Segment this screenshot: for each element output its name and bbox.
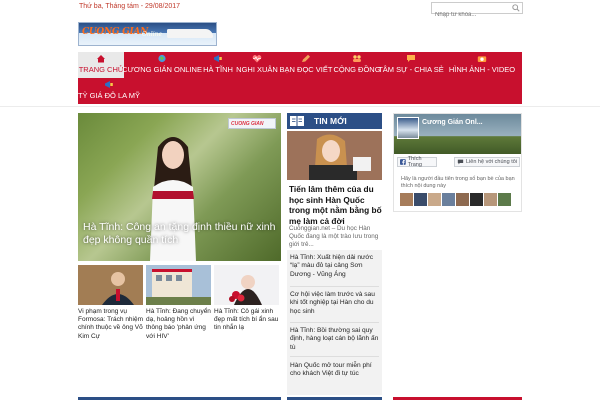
hero-caption[interactable]: Hà Tĩnh: Công an tặng định thiều nữ xinh… (83, 221, 278, 247)
community-icon (353, 55, 361, 62)
main-nav: TRANG CHỦ CƯƠNG GIÁN ONLINE HÀ TĨNH NGHI… (78, 52, 522, 104)
latest-news-title: TIN MỚI (314, 116, 347, 126)
header-divider (0, 106, 600, 107)
nav-item-ha-tinh[interactable]: HÀ TĨNH (201, 52, 235, 78)
fb-profile-picture[interactable] (397, 117, 419, 139)
nav-item-cong-dong[interactable]: CỘNG ĐỒNG (333, 52, 381, 78)
nav-item-ty-gia[interactable]: TỶ GIÁ ĐÔ LA MỸ (77, 78, 141, 104)
thumb-caption-1[interactable]: Vi phạm trong vụ Formosa: Trách nhiệm ch… (78, 308, 144, 341)
logo-ship-graphic (167, 29, 213, 38)
fb-invite-text: Hãy là người đầu tiên trong số bạn bè củ… (401, 176, 515, 189)
nav-item-hinh-anh-video[interactable]: HÌNH ẢNH - VIDEO (442, 52, 522, 78)
nav-item-cuonggian-online[interactable]: CƯƠNG GIÁN ONLINE (122, 52, 202, 78)
nav-item-label: BẠN ĐỌC VIẾT (279, 65, 333, 74)
facebook-page-widget: Cương Gián Onl... Thích Trang Liên hệ vớ… (393, 113, 522, 212)
latest-news-list: Hà Tĩnh: Xuất hiện dải nước “lạ” màu đỏ … (287, 250, 382, 395)
nav-item-label: CƯƠNG GIÁN ONLINE (122, 65, 202, 74)
fb-page-name[interactable]: Cương Gián Onl... (422, 119, 483, 126)
nav-item-label: TỶ GIÁ ĐÔ LA MỸ (77, 91, 141, 100)
nav-item-home[interactable]: TRANG CHỦ (78, 52, 124, 78)
megaphone-icon (105, 81, 113, 88)
fb-contact-label: Liên hệ với chúng tôi (466, 159, 518, 165)
avatar[interactable] (428, 193, 441, 206)
nav-item-nghi-xuan[interactable]: NGHI XUÂN (236, 52, 278, 78)
avatar[interactable] (414, 193, 427, 206)
search-input[interactable] (432, 10, 508, 20)
list-divider (290, 322, 379, 323)
site-logo[interactable]: CUONG GIAN Online (78, 22, 217, 46)
avatar[interactable] (456, 193, 469, 206)
list-divider (290, 286, 379, 287)
list-item[interactable]: Cơ hội việc làm trước và sau khi tốt ngh… (290, 291, 380, 316)
latest-news-header: TIN MỚI (287, 113, 382, 129)
messenger-icon (457, 159, 464, 165)
fb-friend-faces (400, 193, 511, 206)
thumb-image-2[interactable] (146, 265, 211, 305)
thumb-caption-2[interactable]: Hà Tĩnh: Đang chuyển dạ, hoảng hồn vì th… (146, 308, 212, 341)
facebook-icon (400, 159, 406, 165)
pen-icon (302, 54, 310, 62)
thumb-image-3[interactable] (214, 265, 279, 305)
featured-news-summary: Cuonggian.net – Du học Hàn Quốc đang là … (289, 225, 379, 248)
camera-icon (477, 56, 487, 62)
nav-item-label: HÌNH ẢNH - VIDEO (448, 65, 516, 74)
nav-item-ban-doc-viet[interactable]: BẠN ĐỌC VIẾT (279, 52, 333, 78)
avatar[interactable] (470, 193, 483, 206)
logo-tagline: Online (142, 31, 163, 38)
list-divider (290, 356, 379, 357)
list-item[interactable]: Hàn Quốc mở tour miễn phí cho khách Việt… (290, 362, 380, 379)
megaphone-icon (214, 55, 222, 62)
featured-news-title[interactable]: Tiến lâm thêm của du học sinh Hàn Quốc t… (289, 184, 382, 226)
list-item[interactable]: Hà Tĩnh: Xuất hiện dải nước “lạ” màu đỏ … (290, 254, 380, 279)
thumb-caption-3[interactable]: Hà Tĩnh: Cô gái xinh đẹp mất tích bí ẩn … (214, 308, 280, 333)
nav-item-label: NGHI XUÂN (236, 65, 278, 74)
fb-contact-button[interactable]: Liên hệ với chúng tôi (454, 157, 520, 167)
hero-watermark: CUONG GIAN (228, 118, 276, 129)
nav-item-label: CỘNG ĐỒNG (333, 65, 381, 74)
list-item[interactable]: Hà Tĩnh: Bồi thường sai quy định, hàng l… (290, 327, 380, 352)
avatar[interactable] (484, 193, 497, 206)
search-icon[interactable] (512, 4, 520, 12)
thumb-image-1[interactable] (78, 265, 143, 305)
nav-item-label: HÀ TĨNH (203, 65, 233, 74)
home-icon (97, 55, 105, 63)
nav-item-label: TÂM SỰ - CHIA SẺ (378, 65, 444, 74)
avatar[interactable] (498, 193, 511, 206)
avatar[interactable] (442, 193, 455, 206)
logo-text: CUONG GIAN (82, 27, 149, 37)
header-date: Thứ ba, Tháng tám - 29/08/2017 (79, 3, 181, 10)
nav-item-label: TRANG CHỦ (78, 65, 124, 74)
nav-item-tam-su-chia-se[interactable]: TÂM SỰ - CHIA SẺ (378, 52, 444, 78)
fb-like-button[interactable]: Thích Trang (397, 156, 437, 168)
globe-icon (158, 54, 166, 63)
featured-news-image[interactable] (287, 131, 382, 180)
book-icon (290, 116, 304, 126)
fb-like-label: Thích Trang (407, 156, 422, 168)
avatar[interactable] (400, 193, 413, 206)
hero-article[interactable]: CUONG GIAN Hà Tĩnh: Công an tặng định th… (78, 113, 281, 261)
search-box[interactable] (431, 2, 523, 20)
chat-icon (407, 55, 415, 62)
heartbeat-icon (252, 55, 262, 63)
